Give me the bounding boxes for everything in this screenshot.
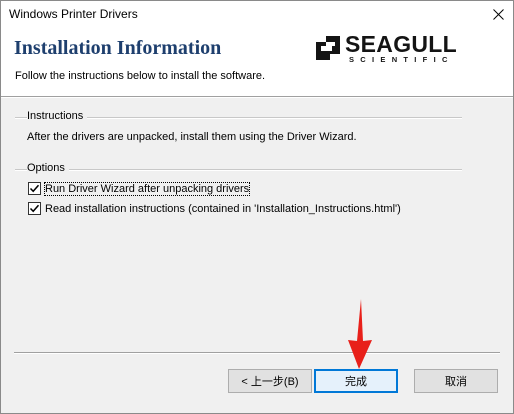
red-arrow-annotation [348,299,372,369]
checkmark-icon [29,204,40,213]
close-button[interactable] [483,1,513,28]
cancel-button[interactable]: 取消 [414,369,498,393]
options-label: Options [27,162,69,174]
back-button[interactable]: < 上一步(B) [228,369,312,393]
checkbox-box[interactable] [28,182,41,195]
instructions-label: Instructions [27,110,88,122]
page-subtitle: Follow the instructions below to install… [15,70,266,82]
footer-divider [14,352,500,354]
page-heading: Installation Information [14,37,222,59]
logo-brand-text: SEAGULL [345,31,457,57]
finish-button[interactable]: 完成 [314,369,398,393]
installer-window: Windows Printer Drivers Installation Inf… [0,0,514,414]
seagull-mark-icon [316,36,340,60]
read-instructions-label[interactable]: Read installation instructions (containe… [45,203,401,215]
instructions-text: After the drivers are unpacked, install … [27,131,357,143]
window-title: Windows Printer Drivers [9,7,138,21]
read-instructions-checkbox[interactable]: Read installation instructions (containe… [28,202,401,215]
run-wizard-label[interactable]: Run Driver Wizard after unpacking driver… [43,181,251,196]
checkbox-box[interactable] [28,202,41,215]
logo-sub-text: SCIENTIFIC [349,55,454,64]
options-divider [15,169,462,171]
run-wizard-checkbox[interactable]: Run Driver Wizard after unpacking driver… [28,181,251,196]
header-divider [1,96,513,98]
title-bar: Windows Printer Drivers [1,1,513,28]
close-icon [492,9,504,20]
checkmark-icon [29,184,40,193]
header-panel: Installation Information Follow the inst… [1,28,513,96]
seagull-logo: SEAGULL SCIENTIFIC [313,31,473,66]
